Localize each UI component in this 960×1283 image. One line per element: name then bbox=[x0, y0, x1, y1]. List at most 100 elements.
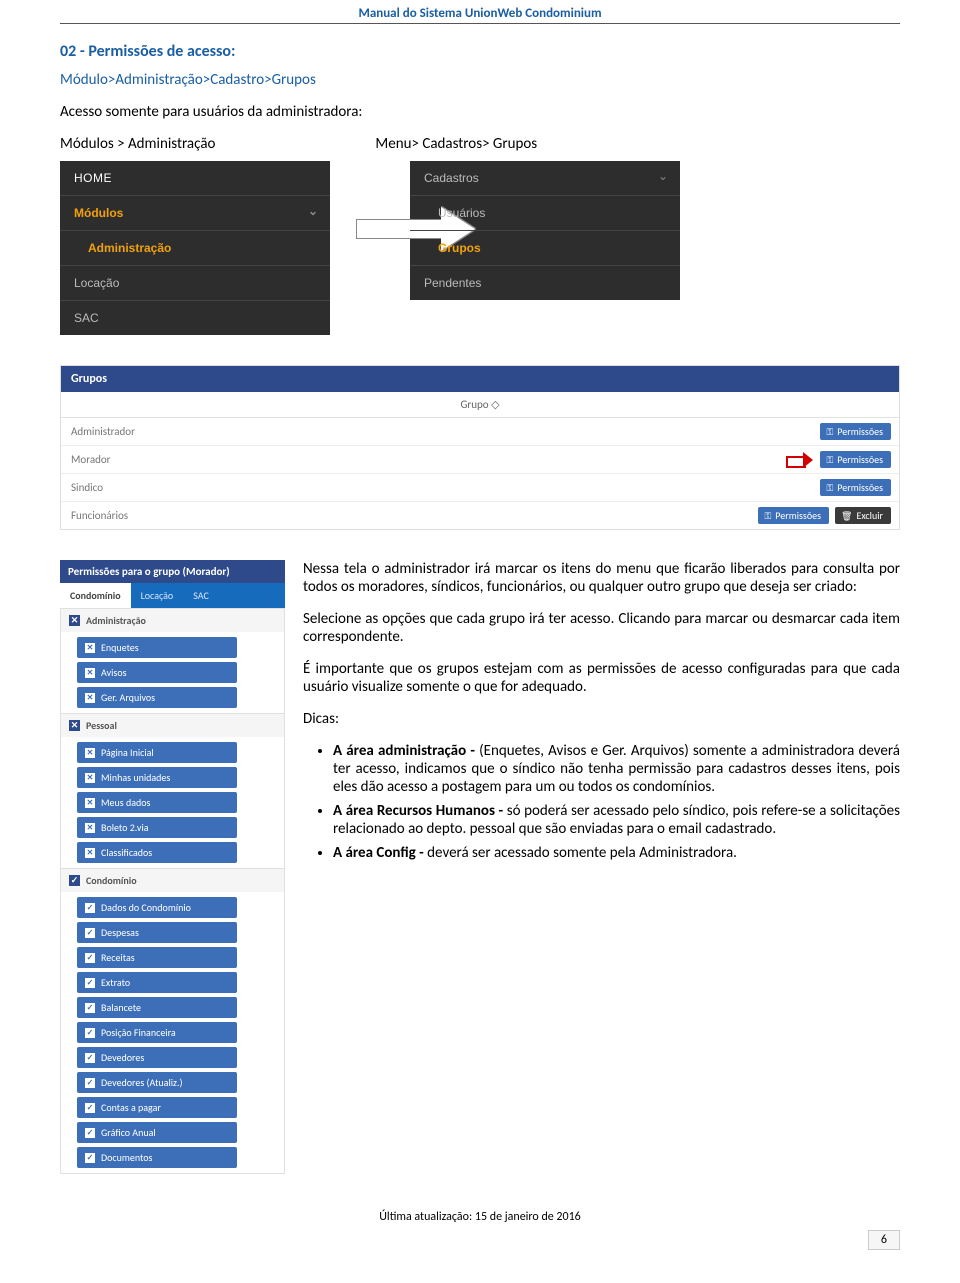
perm-item[interactable]: Ger. Arquivos bbox=[77, 687, 237, 708]
path-modulos: Módulos > Administração bbox=[60, 135, 215, 153]
perm-group-header[interactable]: Administração bbox=[61, 608, 284, 632]
perm-group-header[interactable]: Pessoal bbox=[61, 713, 284, 737]
perm-group-header[interactable]: Condomínio bbox=[61, 868, 284, 892]
menu-panel-right: Cadastros Usuários Grupos Pendentes bbox=[410, 161, 680, 300]
checkbox-icon[interactable] bbox=[85, 693, 95, 703]
section-title: 02 - Permissões de acesso: bbox=[60, 42, 900, 61]
perm-item-label: Dados do Condomínio bbox=[101, 901, 191, 914]
perm-item[interactable]: Dados do Condomínio bbox=[77, 897, 237, 918]
paragraph: Nessa tela o administrador irá marcar os… bbox=[303, 560, 900, 596]
menu-usuarios[interactable]: Usuários bbox=[410, 195, 680, 230]
perm-item[interactable]: Avisos bbox=[77, 662, 237, 683]
checkbox-icon[interactable] bbox=[85, 668, 95, 678]
checkbox-icon[interactable] bbox=[85, 1053, 95, 1063]
table-row: Sindico Permissões bbox=[61, 474, 899, 502]
menu-grupos[interactable]: Grupos bbox=[410, 230, 680, 265]
menu-sac[interactable]: SAC bbox=[60, 300, 330, 335]
checkbox-icon[interactable] bbox=[85, 1003, 95, 1013]
grupos-table: Grupos Grupo ◇ Administrador Permissões … bbox=[60, 365, 900, 530]
perm-item[interactable]: Receitas bbox=[77, 947, 237, 968]
checkbox-icon[interactable] bbox=[85, 643, 95, 653]
checkbox-icon[interactable] bbox=[85, 903, 95, 913]
checkbox-icon[interactable] bbox=[85, 823, 95, 833]
checkbox-icon[interactable] bbox=[85, 978, 95, 988]
checkbox-icon[interactable] bbox=[85, 1153, 95, 1163]
perm-tabs: Condomínio Locação SAC bbox=[60, 583, 285, 608]
perm-item[interactable]: Balancete bbox=[77, 997, 237, 1018]
perm-item-label: Enquetes bbox=[101, 641, 139, 654]
tip-item: A área Recursos Humanos - só poderá ser … bbox=[333, 802, 900, 838]
perm-item[interactable]: Extrato bbox=[77, 972, 237, 993]
page-number: 6 bbox=[868, 1230, 900, 1250]
tab-sac[interactable]: SAC bbox=[183, 583, 219, 608]
checkbox-icon[interactable] bbox=[69, 720, 80, 731]
perm-item[interactable]: Gráfico Anual bbox=[77, 1122, 237, 1143]
perm-item-label: Balancete bbox=[101, 1001, 141, 1014]
tab-locacao[interactable]: Locação bbox=[131, 583, 184, 608]
paragraph: É importante que os grupos estejam com a… bbox=[303, 660, 900, 696]
perm-item-label: Avisos bbox=[101, 666, 127, 679]
permissoes-button[interactable]: Permissões bbox=[820, 479, 891, 496]
menu-home[interactable]: HOME bbox=[60, 161, 330, 195]
perm-item[interactable]: Documentos bbox=[77, 1147, 237, 1168]
tip-item: A área administração - (Enquetes, Avisos… bbox=[333, 742, 900, 796]
perm-item[interactable]: Meus dados bbox=[77, 792, 237, 813]
dicas-label: Dicas: bbox=[303, 710, 900, 728]
perm-item[interactable]: Despesas bbox=[77, 922, 237, 943]
callout-arrow-icon bbox=[786, 453, 814, 467]
excluir-button[interactable]: Excluir bbox=[835, 507, 891, 524]
table-row: Administrador Permissões bbox=[61, 418, 899, 446]
perm-item[interactable]: Devedores (Atualiz.) bbox=[77, 1072, 237, 1093]
checkbox-icon[interactable] bbox=[85, 1028, 95, 1038]
perm-group-label: Condomínio bbox=[86, 874, 137, 887]
perm-item[interactable]: Devedores bbox=[77, 1047, 237, 1068]
checkbox-icon[interactable] bbox=[85, 748, 95, 758]
checkbox-icon[interactable] bbox=[85, 773, 95, 783]
permissoes-button[interactable]: Permissões bbox=[758, 507, 829, 524]
perm-item-label: Minhas unidades bbox=[101, 771, 170, 784]
checkbox-icon[interactable] bbox=[85, 928, 95, 938]
perm-item[interactable]: Classificados bbox=[77, 842, 237, 863]
perm-item-label: Devedores bbox=[101, 1051, 144, 1064]
menu-panel-left: HOME Módulos Administração Locação SAC bbox=[60, 161, 330, 335]
trash-icon bbox=[841, 509, 852, 522]
perm-item-label: Extrato bbox=[101, 976, 130, 989]
menu-administracao[interactable]: Administração bbox=[60, 230, 330, 265]
checkbox-icon[interactable] bbox=[85, 953, 95, 963]
perm-item[interactable]: Enquetes bbox=[77, 637, 237, 658]
key-icon bbox=[826, 425, 833, 438]
key-icon bbox=[826, 453, 833, 466]
perm-item[interactable]: Minhas unidades bbox=[77, 767, 237, 788]
perm-item-label: Ger. Arquivos bbox=[101, 691, 155, 704]
permissoes-button[interactable]: Permissões bbox=[820, 451, 891, 468]
permissoes-button[interactable]: Permissões bbox=[820, 423, 891, 440]
menu-pendentes[interactable]: Pendentes bbox=[410, 265, 680, 300]
checkbox-icon[interactable] bbox=[69, 875, 80, 886]
checkbox-icon[interactable] bbox=[85, 1078, 95, 1088]
perm-item-label: Gráfico Anual bbox=[101, 1126, 156, 1139]
explanatory-text: Nessa tela o administrador irá marcar os… bbox=[303, 560, 900, 1174]
menu-modulos[interactable]: Módulos bbox=[60, 195, 330, 230]
checkbox-icon[interactable] bbox=[85, 1128, 95, 1138]
table-row: Morador Permissões bbox=[61, 446, 899, 474]
menu-locacao[interactable]: Locação bbox=[60, 265, 330, 300]
menu-cadastros[interactable]: Cadastros bbox=[410, 161, 680, 195]
paragraph: Selecione as opções que cada grupo irá t… bbox=[303, 610, 900, 646]
checkbox-icon[interactable] bbox=[85, 1103, 95, 1113]
permissoes-panel: Permissões para o grupo (Morador) Condom… bbox=[60, 560, 285, 1174]
perm-item[interactable]: Posição Financeira bbox=[77, 1022, 237, 1043]
perm-item[interactable]: Boleto 2.via bbox=[77, 817, 237, 838]
grupos-col-header[interactable]: Grupo ◇ bbox=[61, 392, 899, 418]
footer-updated: Última atualização: 15 de janeiro de 201… bbox=[379, 1210, 581, 1224]
table-row: Funcionários Permissões Excluir bbox=[61, 502, 899, 529]
perm-item[interactable]: Página Inicial bbox=[77, 742, 237, 763]
breadcrumb: Módulo>Administração>Cadastro>Grupos bbox=[60, 71, 900, 89]
checkbox-icon[interactable] bbox=[85, 798, 95, 808]
perm-item-label: Posição Financeira bbox=[101, 1026, 176, 1039]
perm-item[interactable]: Contas a pagar bbox=[77, 1097, 237, 1118]
perm-item-label: Receitas bbox=[101, 951, 135, 964]
checkbox-icon[interactable] bbox=[85, 848, 95, 858]
tab-condominio[interactable]: Condomínio bbox=[60, 583, 131, 608]
perm-group-label: Administração bbox=[86, 614, 146, 627]
checkbox-icon[interactable] bbox=[69, 615, 80, 626]
